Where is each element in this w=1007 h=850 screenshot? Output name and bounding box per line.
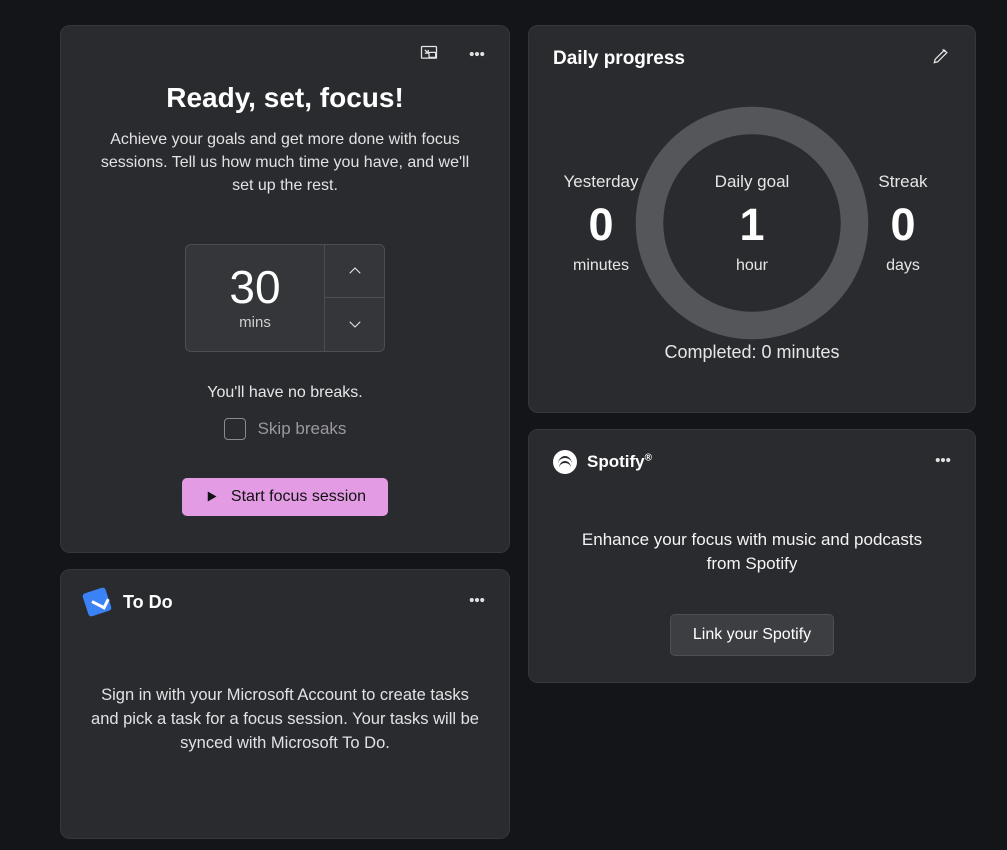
breaks-info: You'll have no breaks. bbox=[89, 384, 481, 402]
focus-subtitle: Achieve your goals and get more done wit… bbox=[99, 128, 471, 198]
start-focus-button[interactable]: Start focus session bbox=[182, 478, 388, 516]
spotify-name: Spotify® bbox=[587, 452, 652, 472]
spotify-message: Enhance your focus with music and podcas… bbox=[553, 528, 951, 576]
duration-display: 30 mins bbox=[186, 245, 324, 351]
start-focus-label: Start focus session bbox=[231, 488, 366, 506]
progress-ring: Daily goal 1 hour bbox=[627, 98, 877, 348]
more-icon[interactable] bbox=[931, 448, 955, 472]
goal-value: 1 bbox=[739, 202, 764, 247]
focus-title: Ready, set, focus! bbox=[89, 82, 481, 114]
todo-card: To Do Sign in with your Microsoft Accoun… bbox=[60, 569, 510, 839]
duration-unit: mins bbox=[239, 314, 271, 331]
more-icon[interactable] bbox=[465, 42, 489, 66]
daily-goal-metric: Daily goal 1 hour bbox=[627, 98, 877, 348]
edit-icon[interactable] bbox=[929, 44, 953, 68]
more-icon[interactable] bbox=[465, 588, 489, 612]
skip-breaks-label: Skip breaks bbox=[258, 419, 347, 439]
skip-breaks-checkbox[interactable] bbox=[224, 418, 246, 440]
link-spotify-button[interactable]: Link your Spotify bbox=[670, 614, 834, 656]
spotify-card: Spotify® Enhance your focus with music a… bbox=[528, 429, 976, 683]
todo-icon bbox=[82, 587, 112, 617]
pip-icon[interactable] bbox=[417, 42, 441, 66]
spotify-icon bbox=[553, 450, 577, 474]
duration-stepper: 30 mins bbox=[185, 244, 385, 352]
increase-duration-button[interactable] bbox=[325, 245, 384, 299]
decrease-duration-button[interactable] bbox=[325, 298, 384, 351]
focus-session-card: Ready, set, focus! Achieve your goals an… bbox=[60, 25, 510, 553]
daily-progress-card: Daily progress Daily goal 1 hour Yeste bbox=[528, 25, 976, 413]
todo-title: To Do bbox=[123, 592, 173, 613]
goal-label: Daily goal bbox=[715, 172, 790, 192]
todo-message: Sign in with your Microsoft Account to c… bbox=[85, 684, 485, 756]
duration-value: 30 bbox=[229, 264, 280, 310]
progress-title: Daily progress bbox=[553, 48, 951, 70]
goal-unit: hour bbox=[736, 257, 768, 275]
